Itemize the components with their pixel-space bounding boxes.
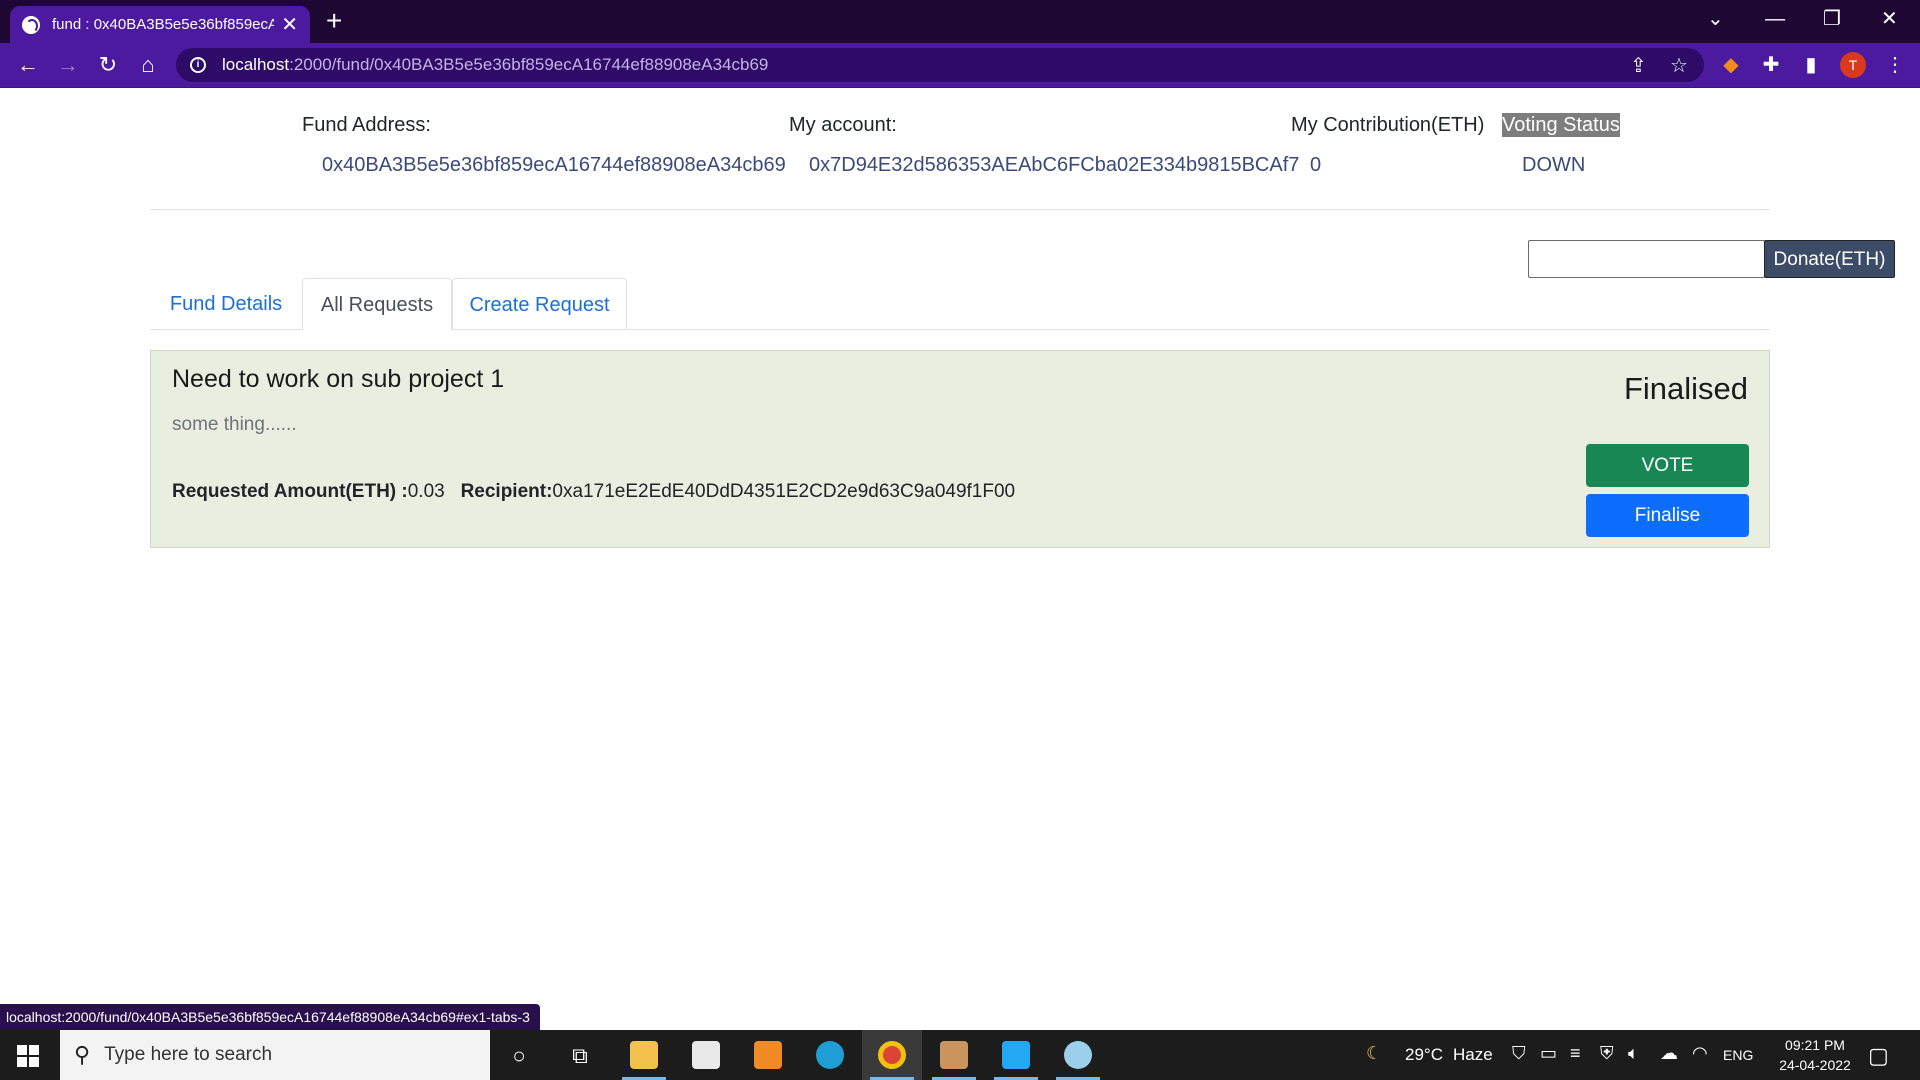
home-icon[interactable]: ⌂ [132, 49, 164, 81]
tab-fund-details[interactable]: Fund Details [150, 278, 302, 330]
donate-amount-input[interactable] [1528, 240, 1765, 278]
vscode-app[interactable] [986, 1030, 1046, 1080]
site-info-icon[interactable]: i [190, 57, 206, 73]
voting-status-label-text: Voting Status [1502, 113, 1620, 137]
requested-amount-value: 0.03 [407, 481, 445, 502]
weather-temperature[interactable]: 29°C [1405, 1030, 1443, 1080]
link-status-bar: localhost:2000/fund/0x40BA3B5e5e36bf859e… [0, 1004, 540, 1030]
close-window-icon[interactable]: ✕ [1881, 4, 1898, 34]
browser-tab[interactable]: fund : 0x40BA3B5e5e36bf859ecA16744ef8890… [10, 6, 310, 43]
profile-avatar[interactable]: T [1840, 52, 1866, 78]
extensions-puzzle-icon[interactable]: ✚ [1759, 53, 1783, 77]
my-account-label: My account: [789, 114, 897, 136]
ganache-app[interactable] [924, 1030, 984, 1080]
box-icon [940, 1041, 968, 1069]
share-icon[interactable]: ⇪ [1630, 53, 1647, 78]
file-explorer-app[interactable] [614, 1030, 674, 1080]
clock-time: 09:21 PM [1785, 1037, 1845, 1053]
browser-toolbar: ← → ↻ ⌂ i localhost:2000/fund/0x40BA3B5e… [0, 43, 1920, 88]
fund-address-label: Fund Address: [302, 114, 431, 136]
tab-create-request[interactable]: Create Request [452, 278, 627, 330]
minimize-icon[interactable]: — [1765, 4, 1785, 34]
back-icon[interactable]: ← [12, 49, 44, 81]
sublime-text-app[interactable] [738, 1030, 798, 1080]
edge-app[interactable] [800, 1030, 860, 1080]
voting-status-label: Voting Status [1502, 113, 1620, 137]
weather-condition[interactable]: Haze [1453, 1030, 1493, 1080]
new-tab-button[interactable]: + [326, 6, 342, 36]
windows-taskbar: ⚲ Type here to search ○ ⧉ ☾ 29°C Haze ⛉ … [0, 1030, 1920, 1080]
tab-all-requests[interactable]: All Requests [302, 278, 452, 331]
shield-tray-icon[interactable]: ⛉ [1512, 1043, 1526, 1064]
taskbar-clock[interactable]: 09:21 PM 24-04-2022 [1765, 1035, 1865, 1075]
fund-tabs: Fund Details All Requests Create Request [150, 278, 1770, 331]
contribution-value: 0 [1310, 154, 1322, 176]
folder-icon [630, 1041, 658, 1069]
url-host: localhost [222, 55, 290, 74]
weather-moon-icon[interactable]: ☾ [1366, 1043, 1382, 1064]
sublime-icon [754, 1041, 782, 1069]
security-tray-icon[interactable]: ⛨ [1600, 1043, 1614, 1064]
contribution-label: My Contribution(ETH) [1291, 114, 1485, 136]
language-indicator[interactable]: ENG [1723, 1030, 1753, 1080]
tab-close-icon[interactable]: ✕ [281, 15, 298, 35]
edge-icon [816, 1041, 844, 1069]
windows-start-icon[interactable] [17, 1045, 39, 1067]
browser-tabstrip: fund : 0x40BA3B5e5e36bf859ecA16744ef8890… [0, 0, 1920, 43]
metamask-fox-icon[interactable]: ◆ [1719, 53, 1743, 77]
chrome-app[interactable] [862, 1030, 922, 1080]
request-title: Need to work on sub project 1 [172, 365, 505, 393]
globe-icon [22, 15, 40, 34]
forward-icon[interactable]: → [52, 49, 84, 81]
vote-button[interactable]: VOTE [1586, 444, 1749, 487]
recipient-label: Recipient: [460, 481, 553, 502]
url-path: :2000/fund/0x40BA3B5e5e36bf859ecA16744ef… [289, 55, 769, 74]
cloud-offline-icon[interactable]: ☁ [1660, 1043, 1678, 1064]
finalise-button[interactable]: Finalise [1586, 494, 1749, 537]
my-account-value: 0x7D94E32d586353AEAbC6FCba02E334b9815BCA… [809, 154, 1300, 176]
divider [150, 209, 1770, 210]
wifi-icon[interactable]: ◠ [1692, 1043, 1708, 1064]
address-bar[interactable]: i localhost:2000/fund/0x40BA3B5e5e36bf85… [176, 48, 1704, 82]
search-icon: ⚲ [74, 1042, 91, 1067]
recipient-value: 0xa171eE2EdE40DdD4351E2CD2e9d63C9a049f1F… [552, 481, 1016, 502]
notification-center-icon[interactable]: ▢ [1868, 1043, 1889, 1069]
request-status: Finalised [1623, 371, 1748, 406]
menu-kebab-icon[interactable]: ⋮ [1883, 53, 1907, 77]
tab-search-icon[interactable]: ⌄ [1707, 4, 1724, 34]
requested-amount-label: Requested Amount(ETH) : [172, 481, 408, 502]
paint-app[interactable] [1048, 1030, 1108, 1080]
request-description: some thing...... [172, 414, 297, 435]
search-placeholder: Type here to search [104, 1044, 273, 1065]
side-panel-icon[interactable]: ▮ [1799, 53, 1823, 77]
voting-status-value: DOWN [1522, 154, 1586, 176]
clock-date: 24-04-2022 [1779, 1057, 1851, 1073]
palette-icon [1064, 1041, 1092, 1069]
chrome-icon [878, 1041, 906, 1069]
notes-tray-icon[interactable]: ≡ [1570, 1043, 1581, 1064]
fund-address-value: 0x40BA3B5e5e36bf859ecA16744ef88908eA34cb… [322, 154, 786, 176]
page-content: Fund Address: 0x40BA3B5e5e36bf859ecA1674… [0, 88, 1920, 1030]
cortana-icon[interactable]: ○ [502, 1039, 536, 1073]
reload-icon[interactable]: ↻ [92, 49, 124, 81]
microsoft-store-app[interactable] [676, 1030, 736, 1080]
task-view-icon[interactable]: ⧉ [563, 1039, 597, 1073]
vscode-icon [1002, 1041, 1030, 1069]
request-card: Need to work on sub project 1 some thing… [150, 350, 1770, 548]
battery-tray-icon[interactable]: ▭ [1540, 1043, 1557, 1064]
tab-title: fund : 0x40BA3B5e5e36bf859ecA16744ef8890… [52, 16, 274, 33]
request-details: Requested Amount(ETH) :0.03 Recipient:0x… [172, 481, 1015, 503]
store-bag-icon [692, 1041, 720, 1069]
volume-icon[interactable]: 🔈︎ [1628, 1043, 1639, 1064]
taskbar-search[interactable]: ⚲ Type here to search [60, 1030, 490, 1080]
donate-button[interactable]: Donate(ETH) [1764, 240, 1895, 278]
bookmark-star-icon[interactable]: ☆ [1670, 53, 1688, 78]
restore-icon[interactable]: ❐ [1823, 4, 1841, 34]
